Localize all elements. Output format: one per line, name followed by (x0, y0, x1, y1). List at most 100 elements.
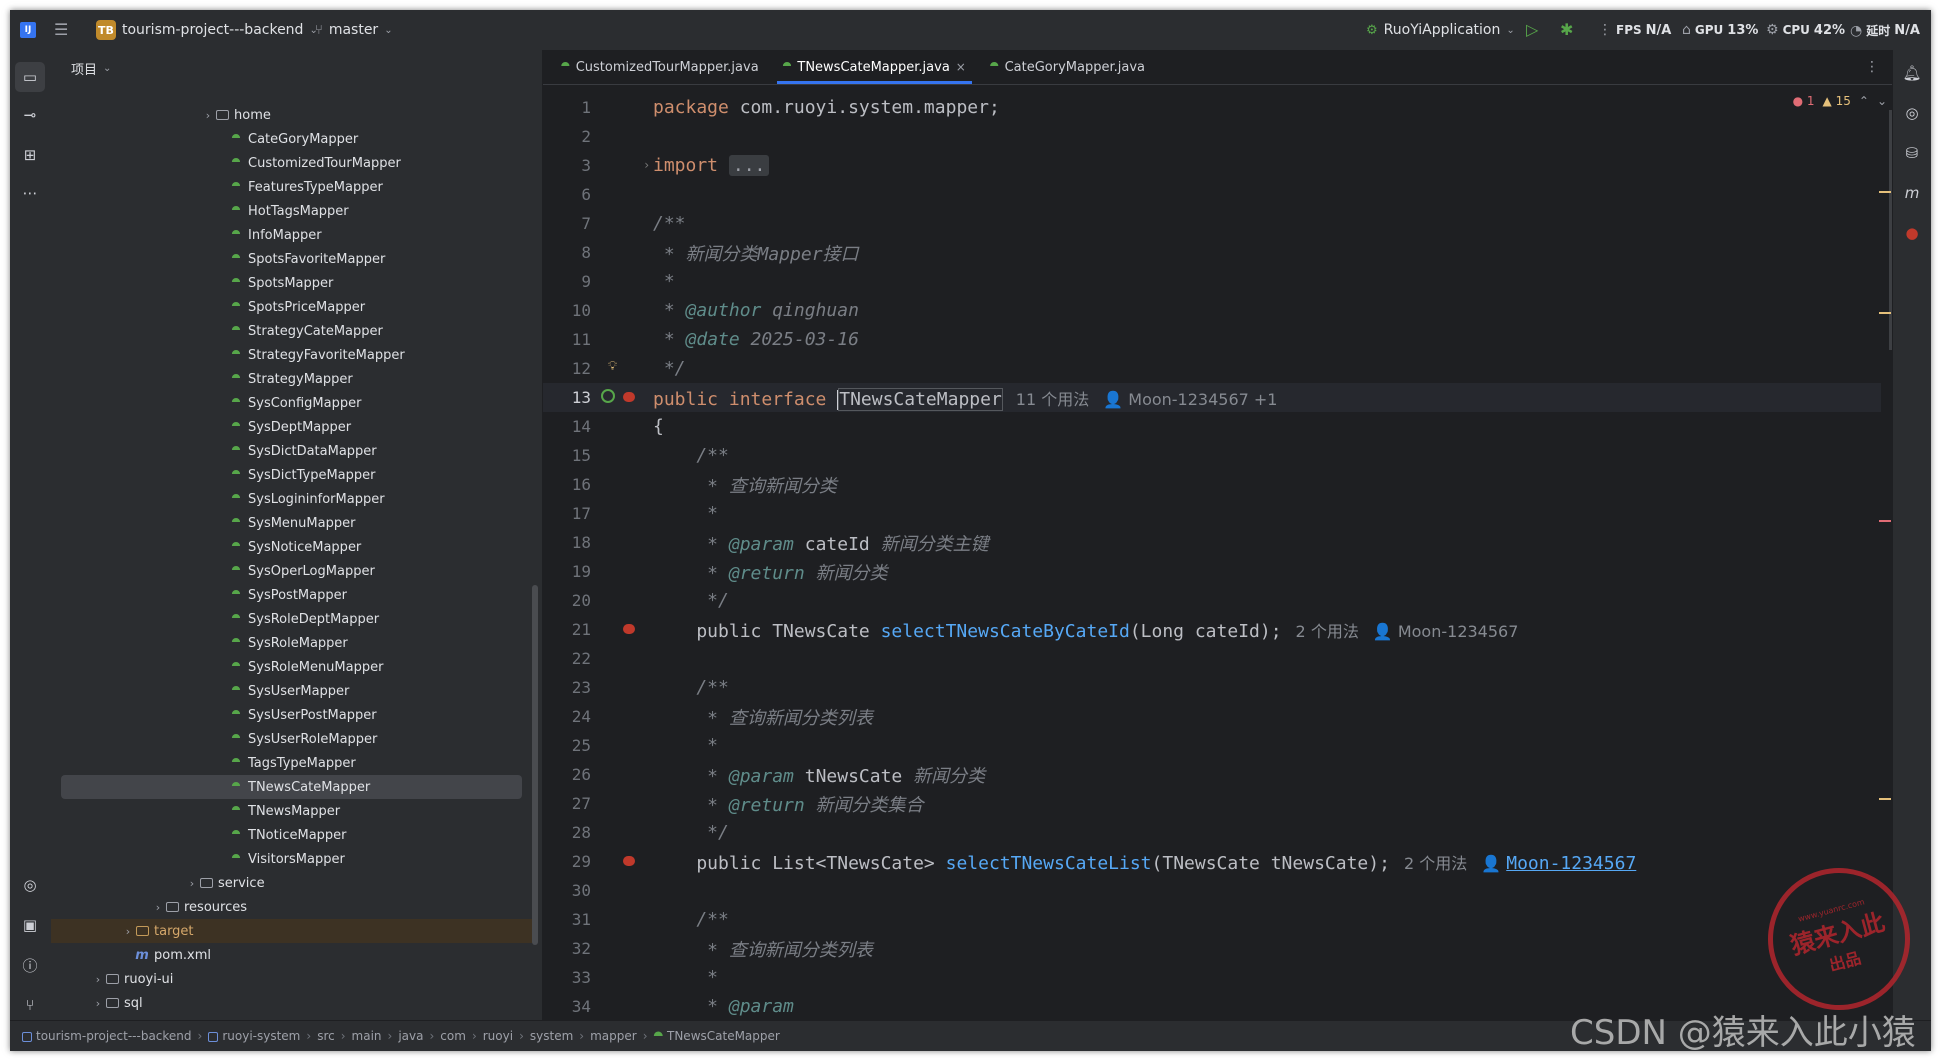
code-line[interactable]: 6 (543, 180, 1881, 209)
inlay-hint[interactable]: 👤 (1481, 854, 1506, 873)
code-line[interactable]: 21 public TNewsCate selectTNewsCateByCat… (543, 615, 1881, 644)
chevron-right-icon[interactable]: › (91, 997, 105, 1010)
maven-icon[interactable]: m (1897, 178, 1927, 208)
tree-item[interactable]: ⯊ TNewsCateMapper (61, 775, 522, 799)
code-line[interactable]: 9 * (543, 267, 1881, 296)
services-icon[interactable]: ◎ (15, 870, 45, 900)
breadcrumb-item[interactable]: src (317, 1029, 335, 1043)
tree-item[interactable]: › sql (51, 991, 532, 1015)
inlay-hint[interactable]: 2 个用法 (1296, 622, 1359, 641)
project-switcher[interactable]: TB tourism-project---backend ⌄ (96, 20, 318, 40)
breadcrumb-item[interactable]: ruoyi-system (208, 1029, 300, 1043)
code-line[interactable]: 1 package com.ruoyi.system.mapper; (543, 93, 1881, 122)
chevron-right-icon[interactable]: › (121, 925, 135, 938)
tree-item[interactable]: ⯊ SysConfigMapper (51, 391, 532, 415)
code-line[interactable]: 30 (543, 876, 1881, 905)
code-line[interactable]: 25 * (543, 731, 1881, 760)
code-line[interactable]: 23 /** (543, 673, 1881, 702)
chevron-right-icon[interactable]: › (201, 109, 215, 122)
lightbulb-icon[interactable]: 💡︎ (608, 359, 617, 374)
tree-item[interactable]: ⯊ SysDeptMapper (51, 415, 532, 439)
tree-item[interactable]: ⯊ HotTagsMapper (51, 199, 532, 223)
database-icon[interactable]: ⛁ (1897, 138, 1927, 168)
breadcrumb-item[interactable]: ⯊ TNewsCateMapper (654, 1029, 780, 1044)
tree-item[interactable]: ⯊ SysRoleMapper (51, 631, 532, 655)
run-icon[interactable]: ▷ (1526, 20, 1538, 39)
mybatis-navigate-icon[interactable] (623, 856, 635, 866)
code-line[interactable]: 3 › import ... (543, 151, 1881, 180)
project-panel-header[interactable]: 项目 ⌄ (51, 50, 542, 86)
code-line[interactable]: 28 */ (543, 818, 1881, 847)
tree-item[interactable]: ⯊ StrategyFavoriteMapper (51, 343, 532, 367)
code-line[interactable]: 13 public interface TNewsCateMapper 11 个用法… (543, 383, 1881, 412)
editor-tab[interactable]: ⯊ CustomizedTourMapper.java (549, 50, 771, 84)
tree-item[interactable]: ⯊ TagsTypeMapper (51, 751, 532, 775)
inlay-hint[interactable]: 👤 Moon-1234567 (1373, 622, 1519, 641)
code-line[interactable]: 22 (543, 644, 1881, 673)
breadcrumb-item[interactable]: mapper (590, 1029, 637, 1043)
tree-item[interactable]: ⯊ FeaturesTypeMapper (51, 175, 532, 199)
tree-item[interactable]: › ruoyi-ui (51, 967, 532, 991)
warning-marker[interactable] (1879, 191, 1891, 193)
tree-item[interactable]: ⯊ SysUserPostMapper (51, 703, 532, 727)
tree-item[interactable]: ⯊ SysDictTypeMapper (51, 463, 532, 487)
code-line[interactable]: 19 * @return 新闻分类 (543, 557, 1881, 586)
tree-item[interactable]: › resources (51, 895, 532, 919)
code-line[interactable]: 33 * (543, 963, 1881, 992)
mybatis-icon[interactable]: ● (1897, 218, 1927, 248)
tree-item[interactable]: ⯊ SysLogininforMapper (51, 487, 532, 511)
ai-assistant-icon[interactable]: ◎ (1897, 98, 1927, 128)
code-line[interactable]: 29 public List<TNewsCate> selectTNewsCat… (543, 847, 1881, 876)
editor-tab[interactable]: ⯊ CateGoryMapper.java (978, 50, 1157, 84)
git-icon[interactable]: ⑂ (15, 990, 45, 1020)
run-config-selector[interactable]: ⚙ RuoYiApplication ⌄ (1366, 22, 1515, 38)
code-line[interactable]: 31 /** (543, 905, 1881, 934)
inlay-hint[interactable]: 👤 Moon-1234567 +1 (1103, 390, 1277, 409)
tree-item[interactable]: ⯊ StrategyMapper (51, 367, 532, 391)
chevron-right-icon[interactable]: › (151, 901, 165, 914)
tree-item[interactable]: ⯊ SysMenuMapper (51, 511, 532, 535)
chevron-right-icon[interactable]: › (185, 877, 199, 890)
tree-item[interactable]: ⯊ SysUserMapper (51, 679, 532, 703)
code-line[interactable]: 20 */ (543, 586, 1881, 615)
code-line[interactable]: 15 /** (543, 441, 1881, 470)
tree-item[interactable]: › home (51, 103, 532, 127)
mybatis-navigate-icon[interactable] (623, 392, 635, 402)
problems-icon[interactable]: ⓘ (15, 950, 45, 980)
tree-item[interactable]: ⯊ StrategyCateMapper (51, 319, 532, 343)
inlay-hint[interactable]: 2 个用法 (1404, 854, 1467, 873)
breadcrumb-item[interactable]: main (352, 1029, 382, 1043)
tree-item[interactable]: › target (51, 919, 532, 943)
tree-item[interactable]: ⯊ CateGoryMapper (51, 127, 532, 151)
tree-item[interactable]: ⯊ SysDictDataMapper (51, 439, 532, 463)
editor-tab[interactable]: ⯊ TNewsCateMapper.java × (771, 50, 978, 84)
tree-item[interactable]: ⯊ SysOperLogMapper (51, 559, 532, 583)
breadcrumb-item[interactable]: system (530, 1029, 573, 1043)
error-marker[interactable] (1879, 520, 1891, 522)
project-scrollbar[interactable] (532, 585, 538, 945)
main-menu-icon[interactable]: ☰ (54, 20, 68, 39)
code-line[interactable]: 11 * @date 2025-03-16 (543, 325, 1881, 354)
debug-icon[interactable]: ✱ (1560, 20, 1573, 39)
tree-item[interactable]: ⯊ CustomizedTourMapper (51, 151, 532, 175)
tree-item[interactable]: ⯊ SpotsFavoriteMapper (51, 247, 532, 271)
folded-imports[interactable]: ... (728, 155, 770, 176)
tree-item[interactable]: ⯊ VisitorsMapper (51, 847, 532, 871)
breadcrumb-item[interactable]: ruoyi (483, 1029, 513, 1043)
code-line[interactable]: 26 * @param tNewsCate 新闻分类 (543, 760, 1881, 789)
author-link[interactable]: Moon-1234567 (1506, 853, 1636, 874)
tree-item[interactable]: ⯊ InfoMapper (51, 223, 532, 247)
mybatis-navigate-icon[interactable] (623, 624, 635, 634)
implemented-icon[interactable] (601, 389, 615, 403)
warning-marker[interactable] (1879, 312, 1891, 314)
code-line[interactable]: 10 * @author qinghuan (543, 296, 1881, 325)
tree-item[interactable]: ⯊ SysRoleDeptMapper (51, 607, 532, 631)
chevron-right-icon[interactable]: › (91, 973, 105, 986)
code-line[interactable]: 32 * 查询新闻分类列表 (543, 934, 1881, 963)
notifications-icon[interactable]: 🔔︎ (1897, 58, 1927, 88)
tree-item[interactable]: ⯊ SysNoticeMapper (51, 535, 532, 559)
project-view-icon[interactable]: ▭ (15, 62, 45, 92)
tree-item[interactable]: › service (51, 871, 532, 895)
branch-switcher[interactable]: ⑂ master ⌄ (315, 22, 393, 38)
code-line[interactable]: 7 /** (543, 209, 1881, 238)
